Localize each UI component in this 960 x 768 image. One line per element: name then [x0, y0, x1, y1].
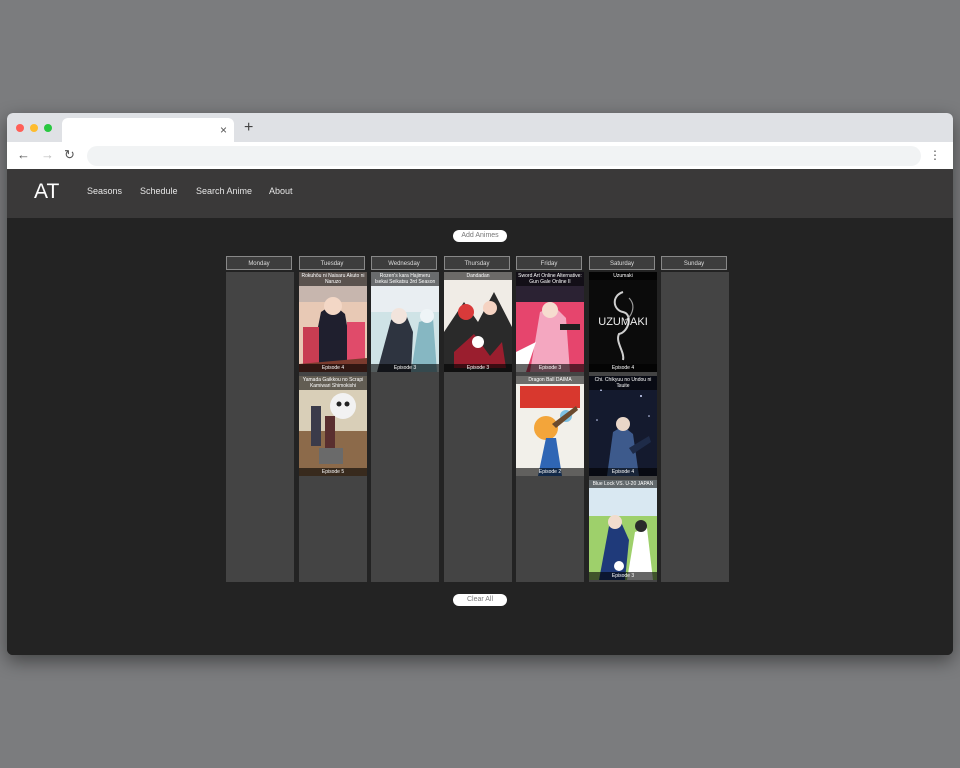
- app-header: AT Seasons Schedule Search Anime About: [7, 169, 953, 218]
- anime-card[interactable]: Dandadan Episode 3: [444, 272, 512, 372]
- episode-label: Episode 4: [589, 364, 657, 372]
- nav-schedule[interactable]: Schedule: [140, 185, 178, 197]
- schedule-page: Add Animes Monday Tuesday Wednesday Thur…: [7, 218, 953, 655]
- anime-cover-art: [589, 376, 657, 476]
- day-column-sunday: [661, 272, 729, 582]
- day-header-friday: Friday: [516, 256, 582, 270]
- anime-cover-art: [589, 480, 657, 580]
- new-tab-icon[interactable]: +: [244, 119, 253, 137]
- episode-label: Episode 2: [516, 468, 584, 476]
- add-animes-button[interactable]: Add Animes: [453, 230, 507, 242]
- episode-label: Episode 3: [516, 364, 584, 372]
- close-tab-icon[interactable]: ×: [220, 122, 227, 138]
- browser-window: × + ← → ↻ ⋮ AT Seasons Schedule Search A…: [7, 113, 953, 655]
- anime-cover-art: [516, 272, 584, 372]
- day-header-thursday: Thursday: [444, 256, 510, 270]
- anime-cover-text: UZUMAKI: [598, 316, 648, 328]
- day-header-tuesday: Tuesday: [299, 256, 365, 270]
- anime-title: Dragon Ball DAIMA: [516, 376, 584, 384]
- anime-card[interactable]: Chi. Chikyuu no Undou ni Tsuite Episode …: [589, 376, 657, 476]
- browser-tab[interactable]: ×: [62, 118, 234, 142]
- day-column-thursday: Dandadan Episode 3: [444, 272, 512, 582]
- app-logo[interactable]: AT: [34, 180, 59, 204]
- back-icon[interactable]: ←: [17, 147, 30, 163]
- clear-all-button[interactable]: Clear All: [453, 594, 507, 606]
- close-window-icon[interactable]: [16, 124, 24, 132]
- anime-cover-art: [371, 272, 439, 372]
- episode-label: Episode 5: [299, 468, 367, 476]
- anime-cover-art: [444, 272, 512, 372]
- nav-about[interactable]: About: [269, 185, 293, 197]
- nav-search-anime[interactable]: Search Anime: [196, 185, 252, 197]
- anime-title: Uzumaki: [589, 272, 657, 280]
- anime-title: Dandadan: [444, 272, 512, 280]
- episode-label: Episode 3: [589, 572, 657, 580]
- browser-tab-bar: × +: [7, 113, 953, 142]
- minimize-window-icon[interactable]: [30, 124, 38, 132]
- anime-card[interactable]: Blue Lock VS. U-20 JAPAN Episode 3: [589, 480, 657, 580]
- day-column-tuesday: Rokuhōu ni Naisaru Akuto ni Naruzo Episo…: [299, 272, 367, 582]
- nav-seasons[interactable]: Seasons: [87, 185, 122, 197]
- episode-label: Episode 4: [299, 364, 367, 372]
- anime-title: Rokuhōu ni Naisaru Akuto ni Naruzo: [299, 272, 367, 286]
- episode-label: Episode 3: [444, 364, 512, 372]
- browser-toolbar: ← → ↻ ⋮: [7, 142, 953, 169]
- anime-title: Blue Lock VS. U-20 JAPAN: [589, 480, 657, 488]
- day-header-saturday: Saturday: [589, 256, 655, 270]
- anime-title: Yamada Gaikkou no Scrapi Kamiwari Shimok…: [299, 376, 367, 390]
- episode-label: Episode 3: [371, 364, 439, 372]
- forward-icon[interactable]: →: [41, 147, 54, 163]
- day-column-saturday: UZUMAKI Uzumaki Episode 4 Chi. Chikyuu n…: [589, 272, 657, 582]
- anime-card[interactable]: UZUMAKI Uzumaki Episode 4: [589, 272, 657, 372]
- anime-card[interactable]: Dragon Ball DAIMA Episode 2: [516, 376, 584, 476]
- day-header-wednesday: Wednesday: [371, 256, 437, 270]
- anime-cover-art: [299, 272, 367, 372]
- anime-title: Sword Art Online Alternative: Gun Gale O…: [516, 272, 584, 286]
- anime-card[interactable]: Rozen's kara Hajimeru Isekai Seikatsu 3r…: [371, 272, 439, 372]
- anime-cover-art: [516, 376, 584, 476]
- anime-title: Rozen's kara Hajimeru Isekai Seikatsu 3r…: [371, 272, 439, 286]
- day-column-wednesday: Rozen's kara Hajimeru Isekai Seikatsu 3r…: [371, 272, 439, 582]
- day-header-monday: Monday: [226, 256, 292, 270]
- maximize-window-icon[interactable]: [44, 124, 52, 132]
- anime-card[interactable]: Sword Art Online Alternative: Gun Gale O…: [516, 272, 584, 372]
- anime-cover-art: [299, 376, 367, 476]
- anime-title: Chi. Chikyuu no Undou ni Tsuite: [589, 376, 657, 390]
- day-header-sunday: Sunday: [661, 256, 727, 270]
- anime-card[interactable]: Yamada Gaikkou no Scrapi Kamiwari Shimok…: [299, 376, 367, 476]
- day-column-friday: Sword Art Online Alternative: Gun Gale O…: [516, 272, 584, 582]
- browser-menu-icon[interactable]: ⋮: [929, 147, 941, 163]
- day-column-monday: [226, 272, 294, 582]
- address-bar[interactable]: [87, 146, 921, 166]
- episode-label: Episode 4: [589, 468, 657, 476]
- anime-card[interactable]: Rokuhōu ni Naisaru Akuto ni Naruzo Episo…: [299, 272, 367, 372]
- reload-icon[interactable]: ↻: [64, 147, 75, 163]
